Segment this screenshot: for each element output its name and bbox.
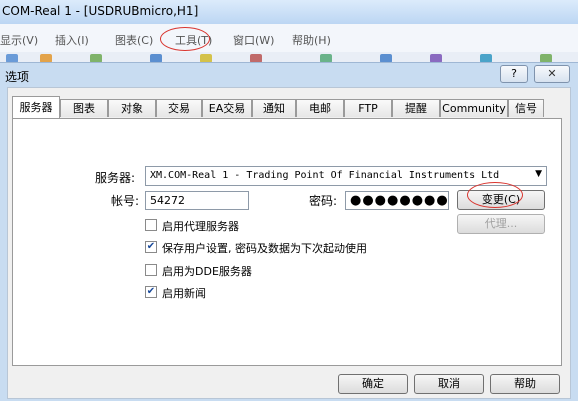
chevron-down-icon[interactable]: ▼ xyxy=(535,169,542,179)
menu-insert[interactable]: 插入(I) xyxy=(55,32,89,48)
tab-email[interactable]: 电邮 xyxy=(296,99,344,117)
annotation-circle-tools xyxy=(160,27,210,51)
tab-server[interactable]: 服务器 xyxy=(12,96,60,118)
menu-charts[interactable]: 图表(C) xyxy=(115,32,153,48)
menu-window[interactable]: 窗口(W) xyxy=(233,32,274,48)
tab-objects[interactable]: 对象 xyxy=(108,99,156,117)
server-label: 服务器: xyxy=(95,171,136,185)
account-input[interactable]: 54272 xyxy=(145,191,249,210)
tab-ftp[interactable]: FTP xyxy=(344,99,392,117)
enable-news-checkbox[interactable]: ✔ xyxy=(145,286,157,298)
save-credentials-checkbox[interactable]: ✔ xyxy=(145,241,157,253)
dialog-title: 选项 xyxy=(5,70,30,84)
server-tab-panel: 服务器: XM.COM-Real 1 - Trading Point Of Fi… xyxy=(12,118,562,366)
menu-help[interactable]: 帮助(H) xyxy=(292,32,331,48)
cancel-button[interactable]: 取消 xyxy=(414,374,484,394)
app-title: COM-Real 1 - [USDRUBmicro,H1] xyxy=(2,4,199,18)
password-label: 密码: xyxy=(309,194,338,208)
annotation-circle-change xyxy=(467,182,523,208)
tab-community[interactable]: Community xyxy=(440,99,508,117)
help-button[interactable]: 帮助 xyxy=(490,374,560,394)
enable-news-label: 启用新闻 xyxy=(162,287,206,300)
menu-bar: 显示(V) 插入(I) 图表(C) 工具(T) 窗口(W) 帮助(H) xyxy=(0,24,578,53)
tab-notifications[interactable]: 通知 xyxy=(252,99,296,117)
server-value: XM.COM-Real 1 - Trading Point Of Financi… xyxy=(150,170,500,181)
enable-proxy-checkbox[interactable] xyxy=(145,219,157,231)
save-credentials-label: 保存用户设置, 密码及数据为下次起动使用 xyxy=(162,242,367,255)
tab-trade[interactable]: 交易 xyxy=(156,99,202,117)
tab-signals[interactable]: 信号 xyxy=(508,99,544,117)
proxy-button[interactable]: 代理... xyxy=(457,214,545,234)
tab-charts[interactable]: 图表 xyxy=(60,99,108,117)
app-title-bar: COM-Real 1 - [USDRUBmicro,H1] xyxy=(0,0,578,24)
options-dialog: 选项 ? ✕ 服务器 图表 对象 交易 EA交易 通知 电邮 FTP 提醒 Co… xyxy=(0,62,578,401)
ok-button[interactable]: 确定 xyxy=(338,374,408,394)
dialog-body: 服务器 图表 对象 交易 EA交易 通知 电邮 FTP 提醒 Community… xyxy=(7,87,571,399)
password-input[interactable]: ●●●●●●●●● xyxy=(345,191,449,210)
enable-dde-label: 启用为DDE服务器 xyxy=(162,265,252,278)
dialog-close-button[interactable]: ✕ xyxy=(534,65,570,83)
account-label: 帐号: xyxy=(111,194,140,208)
enable-dde-checkbox[interactable] xyxy=(145,264,157,276)
tab-alerts[interactable]: 提醒 xyxy=(392,99,440,117)
tab-expert-advisors[interactable]: EA交易 xyxy=(202,99,252,117)
menu-view[interactable]: 显示(V) xyxy=(0,32,38,48)
enable-proxy-label: 启用代理服务器 xyxy=(162,220,239,233)
dialog-help-button[interactable]: ? xyxy=(500,65,528,83)
